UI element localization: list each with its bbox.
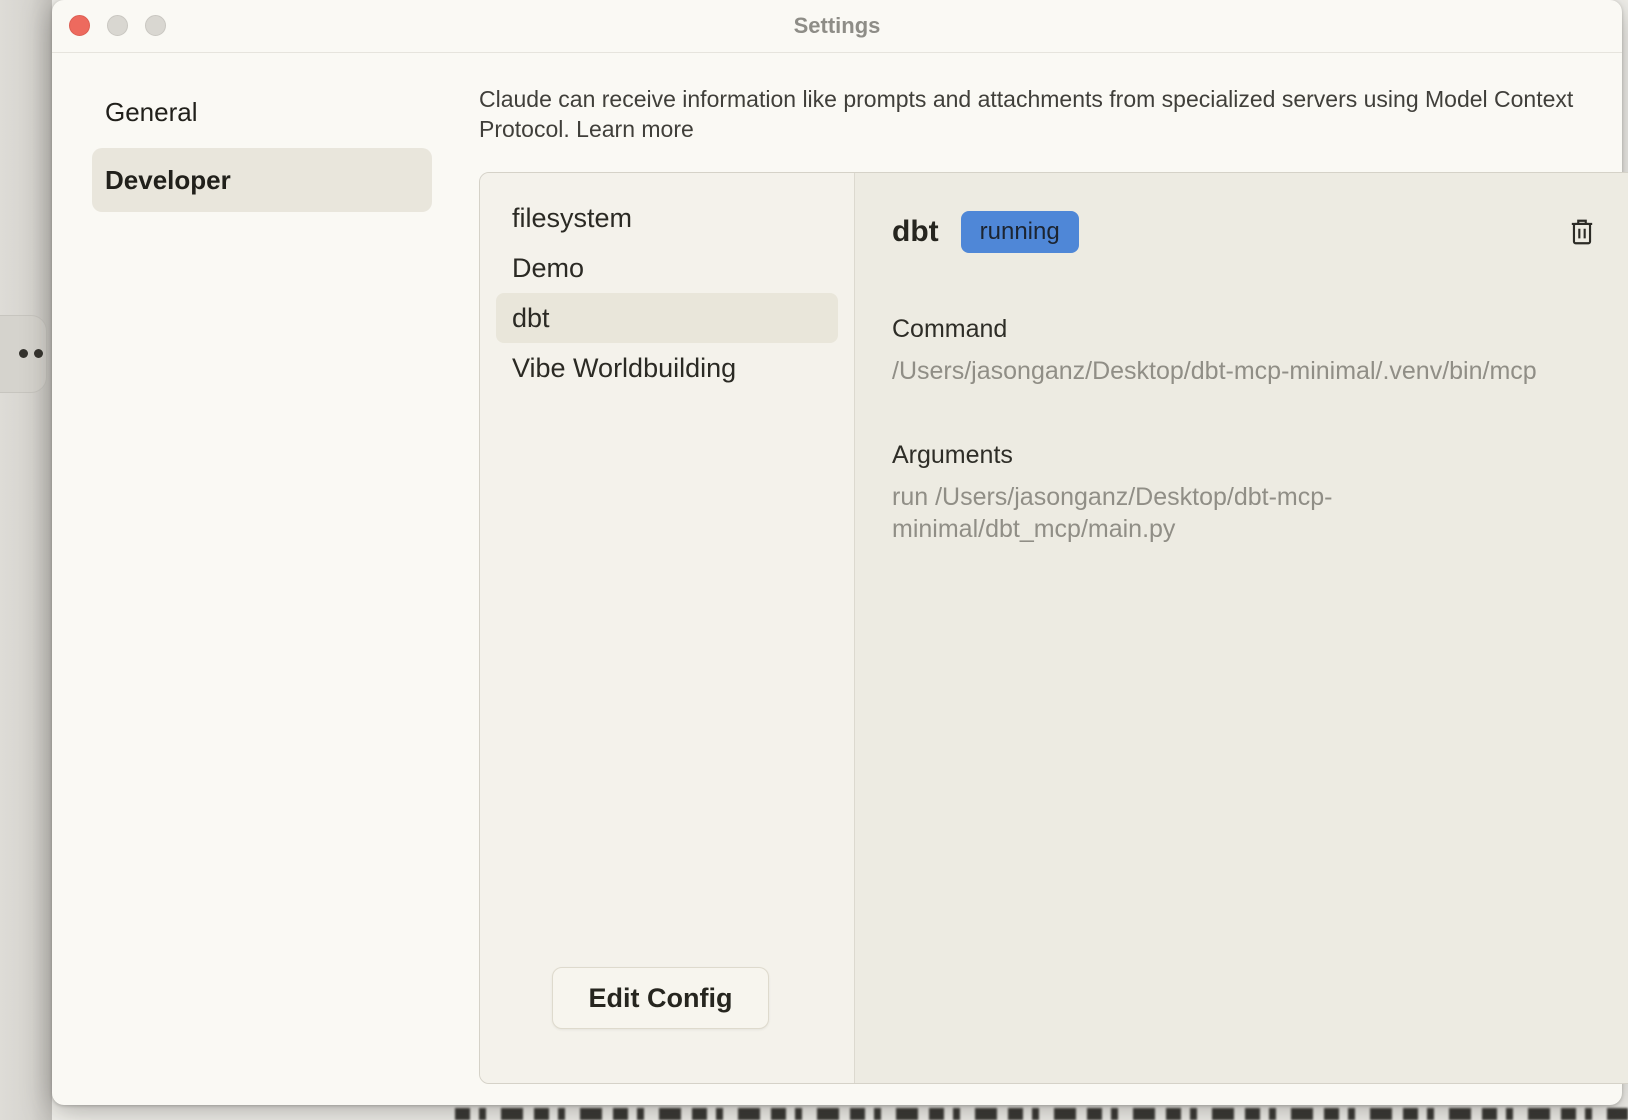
command-label: Command: [892, 313, 1613, 345]
two-dots-icon: [34, 349, 43, 358]
window-title: Settings: [52, 0, 1622, 52]
server-item-label: Vibe Worldbuilding: [512, 353, 736, 384]
server-item-label: Demo: [512, 253, 584, 284]
server-item-filesystem[interactable]: filesystem: [496, 193, 838, 243]
server-list: filesystem Demo dbt Vibe Worldbuilding: [480, 173, 854, 393]
server-item-dbt[interactable]: dbt: [496, 293, 838, 343]
arguments-value: run /Users/jasonganz/Desktop/dbt-mcp-min…: [892, 481, 1382, 545]
arguments-label: Arguments: [892, 439, 1613, 471]
settings-window: Settings General Developer Claude can re…: [52, 0, 1622, 1105]
server-item-vibe-worldbuilding[interactable]: Vibe Worldbuilding: [496, 343, 838, 393]
learn-more-link[interactable]: Learn more: [576, 116, 694, 142]
desktop: Settings General Developer Claude can re…: [0, 0, 1628, 1120]
status-badge: running: [961, 211, 1079, 253]
nav-item-developer[interactable]: Developer: [92, 148, 432, 212]
command-value: /Users/jasonganz/Desktop/dbt-mcp-minimal…: [892, 355, 1613, 387]
nav-item-label: Developer: [105, 165, 231, 196]
mcp-servers-panel: filesystem Demo dbt Vibe Worldbuilding E…: [479, 172, 1628, 1084]
server-details-pane: dbt running Command /Users/jasonganz/Des…: [856, 173, 1628, 1083]
background-tab[interactable]: [0, 315, 47, 393]
server-item-label: dbt: [512, 303, 550, 334]
two-dots-icon: [19, 349, 28, 358]
edit-config-button[interactable]: Edit Config: [552, 967, 769, 1029]
titlebar: Settings: [52, 0, 1622, 53]
background-window-strip: [0, 0, 52, 1120]
delete-server-button[interactable]: [1569, 217, 1595, 247]
nav-item-general[interactable]: General: [92, 84, 432, 140]
trash-icon: [1569, 217, 1595, 247]
server-details-header: dbt running: [892, 211, 1613, 253]
server-item-demo[interactable]: Demo: [496, 243, 838, 293]
nav-item-label: General: [105, 97, 198, 128]
server-list-pane: filesystem Demo dbt Vibe Worldbuilding E…: [480, 173, 855, 1083]
settings-nav: General Developer: [92, 84, 432, 212]
background-window-text-blur: [455, 1108, 1628, 1120]
server-item-label: filesystem: [512, 203, 632, 234]
server-name: dbt: [892, 215, 939, 249]
mcp-description: Claude can receive information like prom…: [479, 84, 1594, 144]
